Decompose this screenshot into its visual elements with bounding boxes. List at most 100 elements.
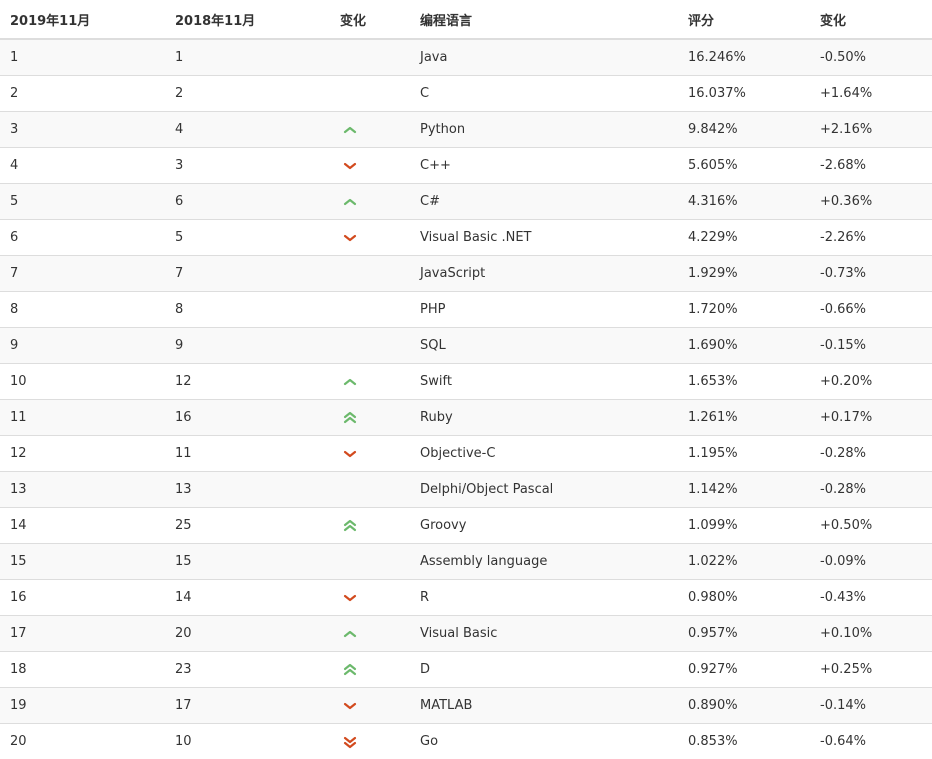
arrow-up-icon xyxy=(343,126,357,133)
cell-change xyxy=(340,363,420,400)
cell-delta: +2.16% xyxy=(820,111,932,148)
cell-delta: +0.17% xyxy=(820,399,932,436)
cell-language: JavaScript xyxy=(420,255,688,292)
cell-language: Swift xyxy=(420,363,688,400)
cell-rating: 1.929% xyxy=(688,255,820,292)
cell-rank-2018: 23 xyxy=(175,651,340,688)
cell-rank-2018: 25 xyxy=(175,507,340,544)
cell-rank-2018: 12 xyxy=(175,363,340,400)
cell-rank-2018: 1 xyxy=(175,38,340,76)
double-arrow-up-icon xyxy=(343,411,357,423)
cell-delta: -0.14% xyxy=(820,687,932,724)
cell-language: D xyxy=(420,651,688,688)
cell-rank-2019: 13 xyxy=(0,471,175,508)
table-row: 12 11 Objective-C 1.195% -0.28% xyxy=(0,435,932,472)
header-rank-2018: 2018年11月 xyxy=(175,0,340,40)
arrow-up-icon xyxy=(343,378,357,385)
cell-rank-2019: 6 xyxy=(0,219,175,256)
cell-rating: 0.957% xyxy=(688,615,820,652)
cell-delta: -0.28% xyxy=(820,471,932,508)
cell-rank-2019: 5 xyxy=(0,183,175,220)
table-row: 18 23 D 0.927% +0.25% xyxy=(0,651,932,688)
table-row: 16 14 R 0.980% -0.43% xyxy=(0,579,932,616)
double-arrow-up-icon xyxy=(343,663,357,675)
cell-change xyxy=(340,291,420,328)
cell-rank-2019: 8 xyxy=(0,291,175,328)
cell-rating: 0.980% xyxy=(688,579,820,616)
table-row: 11 16 Ruby 1.261% +0.17% xyxy=(0,399,932,436)
cell-rating: 1.099% xyxy=(688,507,820,544)
cell-rank-2018: 9 xyxy=(175,327,340,364)
table-row: 7 7 JavaScript 1.929% -0.73% xyxy=(0,255,932,292)
cell-change xyxy=(340,147,420,184)
cell-rank-2019: 14 xyxy=(0,507,175,544)
cell-delta: -0.09% xyxy=(820,543,932,580)
cell-language: Python xyxy=(420,111,688,148)
table-row: 8 8 PHP 1.720% -0.66% xyxy=(0,291,932,328)
cell-delta: -0.73% xyxy=(820,255,932,292)
cell-rank-2019: 12 xyxy=(0,435,175,472)
cell-change xyxy=(340,507,420,544)
cell-rank-2019: 16 xyxy=(0,579,175,616)
arrow-up-icon xyxy=(343,630,357,637)
cell-rating: 1.261% xyxy=(688,399,820,436)
arrow-down-icon xyxy=(343,234,357,241)
cell-rating: 16.037% xyxy=(688,75,820,112)
cell-language: Delphi/Object Pascal xyxy=(420,471,688,508)
cell-delta: -2.68% xyxy=(820,147,932,184)
cell-rating: 5.605% xyxy=(688,147,820,184)
cell-rating: 1.653% xyxy=(688,363,820,400)
cell-rating: 1.195% xyxy=(688,435,820,472)
cell-delta: +0.50% xyxy=(820,507,932,544)
cell-change xyxy=(340,183,420,220)
cell-rating: 1.720% xyxy=(688,291,820,328)
cell-delta: +0.36% xyxy=(820,183,932,220)
table-row: 3 4 Python 9.842% +2.16% xyxy=(0,111,932,148)
cell-delta: -0.43% xyxy=(820,579,932,616)
arrow-up-icon xyxy=(343,198,357,205)
table-row: 9 9 SQL 1.690% -0.15% xyxy=(0,327,932,364)
table-row: 6 5 Visual Basic .NET 4.229% -2.26% xyxy=(0,219,932,256)
cell-change xyxy=(340,651,420,688)
cell-delta: -2.26% xyxy=(820,219,932,256)
cell-rank-2018: 13 xyxy=(175,471,340,508)
table-row: 19 17 MATLAB 0.890% -0.14% xyxy=(0,687,932,724)
cell-language: R xyxy=(420,579,688,616)
table-row: 13 13 Delphi/Object Pascal 1.142% -0.28% xyxy=(0,471,932,508)
cell-language: Visual Basic xyxy=(420,615,688,652)
table-row: 1 1 Java 16.246% -0.50% xyxy=(0,38,932,76)
cell-delta: +0.10% xyxy=(820,615,932,652)
cell-rank-2018: 10 xyxy=(175,723,340,759)
cell-delta: +0.20% xyxy=(820,363,932,400)
cell-change xyxy=(340,75,420,112)
cell-rank-2019: 18 xyxy=(0,651,175,688)
cell-rank-2018: 14 xyxy=(175,579,340,616)
cell-rank-2019: 1 xyxy=(0,38,175,76)
cell-rank-2019: 7 xyxy=(0,255,175,292)
cell-delta: -0.15% xyxy=(820,327,932,364)
cell-language: C# xyxy=(420,183,688,220)
cell-rating: 9.842% xyxy=(688,111,820,148)
cell-change xyxy=(340,723,420,759)
cell-rank-2018: 3 xyxy=(175,147,340,184)
cell-rating: 0.927% xyxy=(688,651,820,688)
cell-language: Java xyxy=(420,38,688,76)
cell-rank-2019: 19 xyxy=(0,687,175,724)
cell-rank-2019: 2 xyxy=(0,75,175,112)
double-arrow-down-icon xyxy=(343,736,357,748)
arrow-down-icon xyxy=(343,702,357,709)
arrow-down-icon xyxy=(343,162,357,169)
cell-language: PHP xyxy=(420,291,688,328)
cell-rank-2019: 17 xyxy=(0,615,175,652)
cell-rank-2018: 4 xyxy=(175,111,340,148)
cell-delta: -0.50% xyxy=(820,38,932,76)
cell-change xyxy=(340,111,420,148)
header-rank-2019: 2019年11月 xyxy=(0,0,175,40)
cell-language: Groovy xyxy=(420,507,688,544)
cell-rating: 1.022% xyxy=(688,543,820,580)
cell-delta: -0.66% xyxy=(820,291,932,328)
cell-change xyxy=(340,399,420,436)
cell-change xyxy=(340,579,420,616)
cell-rating: 16.246% xyxy=(688,38,820,76)
table-header-row: 2019年11月 2018年11月 变化 编程语言 评分 变化 xyxy=(0,0,932,40)
